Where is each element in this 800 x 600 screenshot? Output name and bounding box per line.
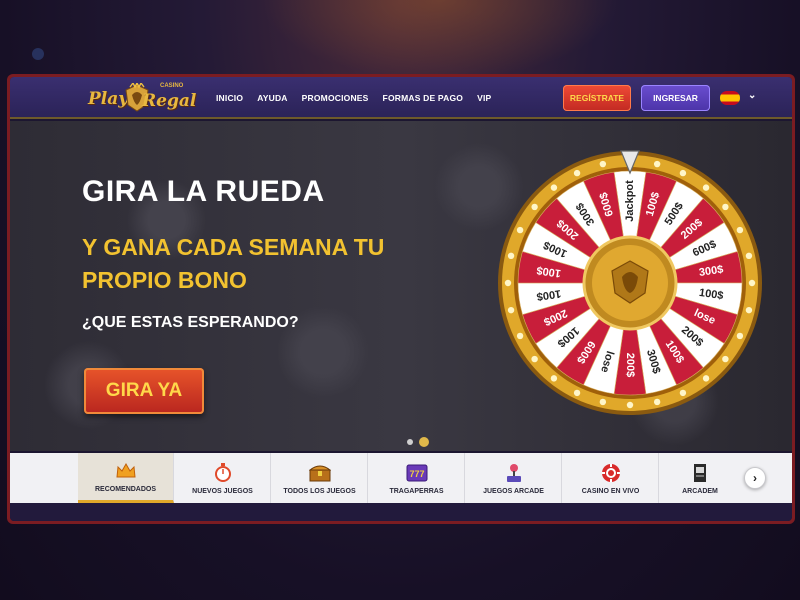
wheel-bulb <box>702 184 710 191</box>
page-below-fold <box>10 503 792 521</box>
wheel-bulb <box>702 375 710 382</box>
site-window: Play CASINO Regal INICIO AYUDA PROMOCION… <box>10 77 792 521</box>
wheel-bulb <box>573 389 581 397</box>
wheel-bulb <box>531 203 538 211</box>
category-label: NUEVOS JUEGOS <box>192 487 253 495</box>
login-button[interactable]: INGRESAR <box>641 85 710 111</box>
nav-item-vip[interactable]: VIP <box>477 93 491 103</box>
wheel-segment-label: 200$ <box>624 353 636 377</box>
nav-item-promociones[interactable]: PROMOCIONES <box>302 93 369 103</box>
wheel-bulb <box>550 375 558 382</box>
treasure-chest-icon <box>308 462 331 484</box>
nav-item-inicio[interactable]: INICIO <box>216 93 243 103</box>
svg-text:777: 777 <box>409 469 424 479</box>
hero-title: GIRA LA RUEDA <box>82 175 325 208</box>
wheel-bulb <box>599 160 607 168</box>
wheel-bulb <box>722 355 729 363</box>
wheel-bulb <box>748 279 756 287</box>
logo[interactable]: Play CASINO Regal <box>84 79 197 117</box>
background-decoration <box>32 48 44 60</box>
crown-icon <box>115 460 137 482</box>
hero-banner: GIRA LA RUEDA Y GANA CADA SEMANA TU PROP… <box>10 121 792 451</box>
prize-wheel: Jackpot 100$ 500$200$600$300$100$lose200$1… <box>498 150 762 415</box>
wheel-bulb <box>745 306 753 314</box>
register-button[interactable]: REGÍSTRATE <box>563 85 631 111</box>
slider-dot-2[interactable] <box>419 437 429 447</box>
wheel-bulb <box>507 306 515 314</box>
wheel-bulb <box>736 226 744 234</box>
wheel-segment-label: Jackpot <box>624 180 636 222</box>
poker-chip-icon <box>600 462 622 484</box>
slider-dots <box>405 437 435 447</box>
logo-text-casino: CASINO <box>160 83 184 89</box>
nav-item-formas-de-pago[interactable]: FORMAS DE PAGO <box>383 93 464 103</box>
wheel-bulb <box>679 169 687 177</box>
hero-subtitle: Y GANA CADA SEMANA TU PROPIO BONO <box>82 234 385 293</box>
logo-text-play: Play <box>88 89 129 109</box>
category-label: TRAGAPERRAS <box>389 487 444 495</box>
category-label: TODOS LOS JUEGOS <box>283 487 356 495</box>
category-tragaperras[interactable]: 777 TRAGAPERRAS <box>369 453 465 503</box>
wheel-bulb <box>599 398 607 406</box>
arcade-cabinet-icon <box>689 462 711 484</box>
wheel-bulb <box>504 279 512 287</box>
category-recomendados[interactable]: RECOMENDADOS <box>78 453 174 503</box>
language-selector[interactable]: ⌄ <box>720 90 762 106</box>
category-todos-los-juegos[interactable]: TODOS LOS JUEGOS <box>272 453 368 503</box>
wheel-bulb <box>516 332 524 340</box>
wheel-bulb <box>722 203 729 211</box>
wheel-bulb <box>531 355 538 363</box>
background-glow <box>260 0 620 80</box>
chevron-right-icon[interactable]: › <box>744 467 766 489</box>
wheel-bulb <box>626 401 634 409</box>
category-label: JUEGOS ARCADE <box>483 487 544 495</box>
logo-text-regal: Regal <box>142 91 197 111</box>
category-juegos-arcade[interactable]: JUEGOS ARCADE <box>466 453 562 503</box>
chevron-down-icon: ⌄ <box>748 90 757 101</box>
hero-question: ¿QUE ESTAS ESPERANDO? <box>82 314 299 331</box>
category-casino-en-vivo[interactable]: CASINO EN VIVO <box>563 453 659 503</box>
wheel-bulb <box>573 169 581 177</box>
wheel-bulb <box>507 252 515 260</box>
main-nav: INICIO AYUDA PROMOCIONES FORMAS DE PAGO … <box>216 77 491 119</box>
category-label: RECOMENDADOS <box>94 486 157 493</box>
wheel-bulb <box>516 226 524 234</box>
category-label: ARCADEM <box>682 487 718 495</box>
category-arcadem[interactable]: ARCADEM <box>660 453 740 503</box>
spin-now-button[interactable]: GIRA YA <box>84 368 204 414</box>
slider-dot-1[interactable] <box>407 439 413 445</box>
wheel-bulb <box>736 332 744 340</box>
wheel-bulb <box>653 398 661 406</box>
wheel-bulb <box>745 252 753 260</box>
joystick-icon <box>503 462 525 484</box>
category-bar: RECOMENDADOS NUEVOS JUEGOS TODOS LOS JUE… <box>10 453 792 503</box>
category-label: CASINO EN VIVO <box>581 487 640 495</box>
wheel-bulb <box>550 184 558 191</box>
category-nuevos-juegos[interactable]: NUEVOS JUEGOS <box>175 453 271 503</box>
nav-item-ayuda[interactable]: AYUDA <box>257 93 287 103</box>
spain-flag-icon <box>720 91 740 105</box>
wheel-bulb <box>653 160 661 168</box>
site-frame: Play CASINO Regal INICIO AYUDA PROMOCION… <box>7 74 795 524</box>
slot-777-icon: 777 <box>406 462 428 484</box>
wheel-bulb <box>679 389 687 397</box>
top-header: Play CASINO Regal INICIO AYUDA PROMOCION… <box>10 77 792 119</box>
stopwatch-icon <box>212 462 234 484</box>
